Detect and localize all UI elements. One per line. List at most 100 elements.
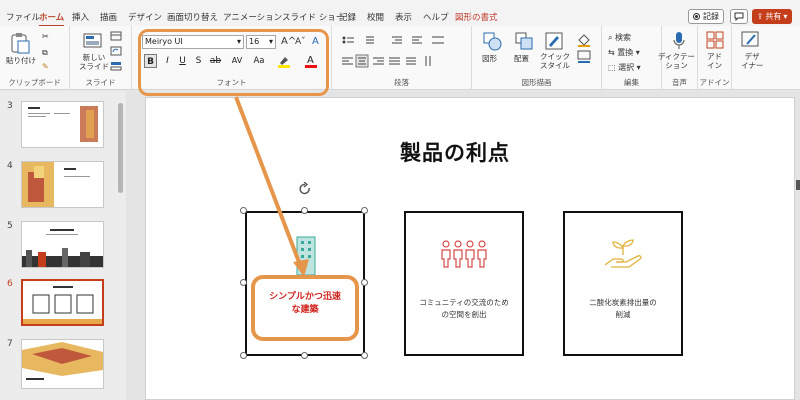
clipboard-group: 貼り付け ✂ ⧉ ✎ クリップボード bbox=[0, 26, 70, 90]
find-label: 検索 bbox=[615, 33, 632, 42]
record-button[interactable]: 記録 bbox=[688, 9, 724, 24]
tab-insert[interactable]: 挿入 bbox=[72, 11, 89, 23]
resize-handle[interactable] bbox=[361, 279, 368, 286]
slide-thumbnail-6[interactable] bbox=[21, 279, 104, 326]
slide-thumbnail-4[interactable] bbox=[21, 161, 104, 208]
addin-label-1: アド bbox=[707, 52, 722, 61]
share-icon: ⇪ bbox=[756, 12, 764, 21]
slide-thumbnail-panel: 3 4 5 6 7 bbox=[0, 91, 126, 400]
select-button[interactable]: ⬚ 選択 ▾ bbox=[608, 62, 641, 73]
card-community[interactable]: コミュニティの交流のため の空間を創出 bbox=[404, 211, 524, 356]
format-painter-icon[interactable]: ✎ bbox=[42, 62, 49, 71]
tab-draw[interactable]: 描画 bbox=[100, 11, 117, 23]
people-icon bbox=[441, 240, 487, 268]
thumbnail-scrollbar[interactable] bbox=[118, 103, 123, 193]
record-icon bbox=[693, 13, 700, 20]
quick-styles-button[interactable]: クイック スタイル bbox=[540, 52, 570, 70]
resize-handle[interactable] bbox=[240, 207, 247, 214]
panel-collapse-handle[interactable] bbox=[796, 180, 800, 190]
dictate-label-2: ション bbox=[665, 61, 688, 70]
card-text-line: コミュニティの交流のため bbox=[419, 298, 509, 307]
copy-icon[interactable]: ⧉ bbox=[42, 48, 48, 58]
building-icon bbox=[296, 236, 316, 276]
thumbnail-preview bbox=[23, 286, 102, 324]
resize-handle[interactable] bbox=[301, 352, 308, 359]
slide-title[interactable]: 製品の利点 bbox=[400, 137, 510, 167]
select-icon: ⬚ bbox=[608, 63, 616, 72]
shapes-icon bbox=[483, 32, 502, 51]
paragraph-controls[interactable] bbox=[340, 34, 460, 74]
ribbon: 貼り付け ✂ ⧉ ✎ クリップボード 新しい スライド スライド Meiryo U… bbox=[0, 26, 800, 90]
shape-fill-outline-icons[interactable] bbox=[576, 31, 594, 71]
select-label: 選択 bbox=[618, 63, 635, 72]
tab-transitions[interactable]: 画面切り替え bbox=[167, 11, 218, 23]
voice-group: ディクテー ション 音声 bbox=[658, 26, 698, 90]
designer-button[interactable]: デザ イナー bbox=[741, 52, 763, 70]
thumbnail-number: 3 bbox=[7, 101, 13, 111]
resize-handle[interactable] bbox=[361, 207, 368, 214]
tab-help[interactable]: ヘルプ bbox=[423, 11, 449, 23]
new-slide-label-2: スライド bbox=[79, 62, 109, 71]
section-icon[interactable] bbox=[110, 61, 122, 71]
addins-group: アド イン アドイン bbox=[698, 26, 732, 90]
share-button-label: 共有 bbox=[765, 12, 782, 21]
tab-animations[interactable]: アニメーション bbox=[223, 11, 282, 23]
resize-handle[interactable] bbox=[361, 352, 368, 359]
hand-plant-icon bbox=[604, 239, 642, 268]
addins-button[interactable]: アド イン bbox=[707, 52, 722, 70]
new-slide-label-1: 新しい bbox=[82, 53, 106, 62]
resize-handle[interactable] bbox=[240, 279, 247, 286]
card-text-line: 削減 bbox=[615, 310, 631, 319]
tab-file[interactable]: ファイル bbox=[6, 11, 40, 23]
slide-thumbnail-7[interactable] bbox=[21, 339, 104, 389]
tab-shape-format[interactable]: 図形の書式 bbox=[455, 11, 498, 23]
tab-slideshow[interactable]: スライド ショー bbox=[282, 11, 344, 23]
paragraph-group: 段落 bbox=[332, 26, 472, 90]
resize-handle[interactable] bbox=[301, 207, 308, 214]
font-group-highlight bbox=[138, 29, 329, 96]
tab-home[interactable]: ホーム bbox=[39, 11, 65, 27]
cut-icon[interactable]: ✂ bbox=[42, 32, 49, 41]
arrange-button[interactable]: 配置 bbox=[514, 54, 529, 63]
editing-group: ⌕ 検索 ⇆ 置換 ▾ ⬚ 選択 ▾ 編集 bbox=[602, 26, 662, 90]
layout-icon[interactable] bbox=[110, 31, 122, 41]
slides-group-label: スライド bbox=[85, 78, 116, 87]
card-text: 二酸化炭素排出量の 削減 bbox=[565, 297, 681, 321]
slides-group: 新しい スライド スライド bbox=[70, 26, 132, 90]
reset-icon[interactable] bbox=[110, 46, 122, 56]
callout-line: な建築 bbox=[291, 305, 319, 315]
rotate-handle-icon[interactable] bbox=[298, 182, 312, 198]
tab-record[interactable]: 記録 bbox=[339, 11, 356, 23]
thumbnail-preview bbox=[22, 229, 103, 267]
thumbnail-number: 4 bbox=[7, 161, 13, 171]
addins-icon bbox=[706, 31, 724, 49]
tab-view[interactable]: 表示 bbox=[395, 11, 412, 23]
thumbnail-number: 6 bbox=[7, 279, 13, 289]
comment-button[interactable] bbox=[730, 9, 748, 24]
resize-handle[interactable] bbox=[240, 352, 247, 359]
thumbnail-preview bbox=[22, 342, 103, 380]
share-button[interactable]: ⇪ 共有 ▾ bbox=[752, 9, 792, 24]
ribbon-tab-bar: ファイル ホーム 挿入 描画 デザイン 画面切り替え アニメーション スライド … bbox=[0, 0, 800, 27]
tab-review[interactable]: 校閲 bbox=[367, 11, 384, 23]
thumbnail-number: 7 bbox=[7, 339, 13, 349]
comment-icon bbox=[734, 12, 744, 21]
replace-label: 置換 bbox=[617, 48, 634, 57]
new-slide-button[interactable]: 新しい スライド bbox=[79, 53, 109, 71]
designer-label-1: デザ bbox=[744, 52, 760, 61]
dictate-button[interactable]: ディクテー ション bbox=[658, 52, 695, 70]
chevron-down-icon: ▾ bbox=[783, 12, 788, 21]
slide-thumbnail-5[interactable] bbox=[21, 221, 104, 268]
slide-thumbnail-3[interactable] bbox=[21, 101, 104, 148]
card-co2[interactable]: 二酸化炭素排出量の 削減 bbox=[563, 211, 683, 356]
find-button[interactable]: ⌕ 検索 bbox=[608, 32, 631, 43]
tab-design[interactable]: デザイン bbox=[128, 11, 162, 23]
designer-group: デザ イナー bbox=[732, 26, 772, 90]
shapes-button[interactable]: 図形 bbox=[482, 54, 497, 63]
paste-button[interactable]: 貼り付け bbox=[6, 56, 36, 65]
paste-icon bbox=[11, 33, 30, 54]
editing-group-label: 編集 bbox=[624, 78, 639, 87]
card-text-line: 二酸化炭素排出量の bbox=[589, 298, 657, 307]
card-title-text[interactable]: シンプルかつ迅速 な建築 bbox=[255, 291, 355, 317]
replace-button[interactable]: ⇆ 置換 ▾ bbox=[608, 47, 640, 58]
